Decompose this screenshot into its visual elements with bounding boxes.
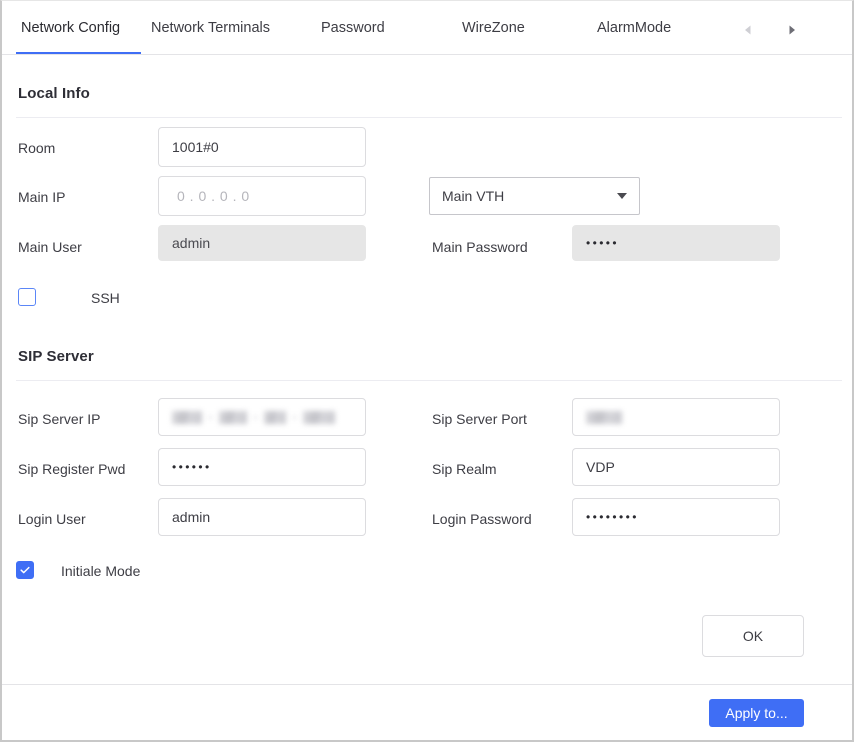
input-main-user: admin — [158, 225, 366, 261]
label-main-ip: Main IP — [18, 189, 66, 205]
tab-password[interactable]: Password — [321, 18, 385, 38]
checkbox-ssh[interactable] — [18, 288, 36, 306]
tab-bar: Network Config Network Terminals Passwor… — [2, 1, 852, 55]
check-icon — [20, 566, 30, 574]
select-device-type-value: Main VTH — [442, 188, 505, 204]
section-title-local-info: Local Info — [18, 85, 90, 102]
active-tab-indicator — [16, 51, 141, 54]
triangle-right-icon[interactable] — [785, 23, 799, 37]
section-divider-sip-server — [16, 380, 842, 381]
label-sip-realm: Sip Realm — [432, 461, 497, 477]
network-config-panel: Network Config Network Terminals Passwor… — [0, 0, 854, 742]
label-sip-register-pwd: Sip Register Pwd — [18, 461, 126, 477]
label-ssh: SSH — [91, 290, 120, 306]
ok-button[interactable]: OK — [702, 615, 804, 657]
section-divider-local-info — [16, 117, 842, 118]
label-login-user: Login User — [18, 511, 86, 527]
input-main-password: ••••• — [572, 225, 780, 261]
select-device-type[interactable]: Main VTH — [429, 177, 640, 215]
section-title-sip-server: SIP Server — [18, 348, 94, 365]
apply-to-button[interactable]: Apply to... — [709, 699, 804, 727]
label-room: Room — [18, 140, 56, 156]
redacted-value — [172, 410, 335, 424]
input-main-ip[interactable]: 0 . 0 . 0 . 0 — [158, 176, 366, 216]
triangle-left-icon[interactable] — [741, 23, 755, 37]
input-sip-realm[interactable]: VDP — [572, 448, 780, 486]
chevron-down-icon — [617, 193, 627, 199]
redacted-value — [586, 410, 622, 424]
input-sip-register-pwd[interactable]: •••••• — [158, 448, 366, 486]
label-initiale-mode: Initiale Mode — [61, 563, 141, 579]
checkbox-initiale-mode[interactable] — [16, 561, 34, 579]
input-sip-server-ip[interactable] — [158, 398, 366, 436]
panel-content: Local Info Room 1001#0 Main IP 0 . 0 . 0… — [2, 55, 852, 683]
tab-wirezone[interactable]: WireZone — [462, 18, 525, 38]
footer-divider — [2, 684, 852, 685]
input-login-user[interactable]: admin — [158, 498, 366, 536]
input-login-password[interactable]: •••••••• — [572, 498, 780, 536]
label-main-user: Main User — [18, 239, 82, 255]
label-sip-server-ip: Sip Server IP — [18, 411, 101, 427]
tab-network-terminals[interactable]: Network Terminals — [151, 18, 270, 38]
label-sip-server-port: Sip Server Port — [432, 411, 527, 427]
tab-alarmmode[interactable]: AlarmMode — [597, 18, 671, 38]
input-room[interactable]: 1001#0 — [158, 127, 366, 167]
input-sip-server-port[interactable] — [572, 398, 780, 436]
tab-network-config[interactable]: Network Config — [21, 18, 120, 38]
label-login-password: Login Password — [432, 511, 532, 527]
label-main-password: Main Password — [432, 239, 528, 255]
